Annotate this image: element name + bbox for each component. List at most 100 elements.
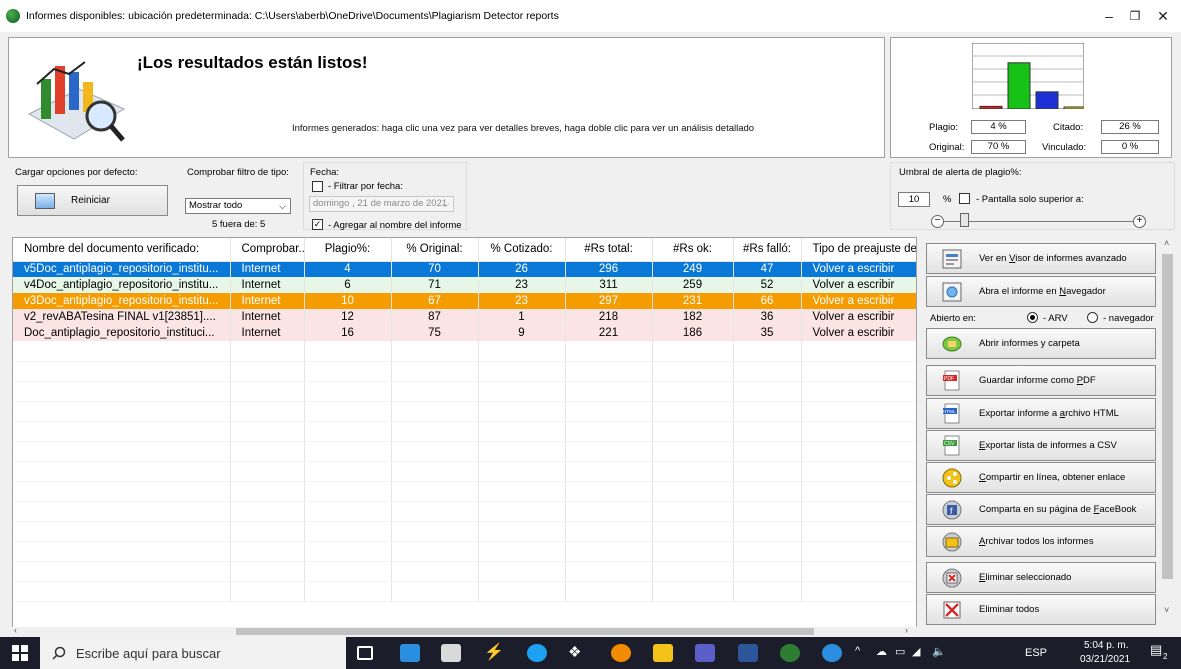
empty-row	[13, 361, 916, 382]
slider-thumb[interactable]	[960, 213, 969, 227]
column-header-plagio[interactable]: Plagio%:	[304, 238, 392, 262]
task-view-icon[interactable]	[357, 646, 373, 660]
date-value: domingo , 21 de marzo de 2021	[313, 198, 448, 209]
csv-icon: CSV	[939, 434, 965, 458]
delete-all-icon	[939, 598, 965, 622]
language-indicator[interactable]: ESP	[1025, 647, 1047, 659]
table-row[interactable]: v2_revABATesina FINAL v1[23851].... Inter…	[13, 309, 916, 325]
slider-plus-icon[interactable]: +	[1133, 215, 1146, 228]
open-in-browser-radio[interactable]	[1087, 312, 1098, 323]
table-row[interactable]: v3Doc_antiplagio_repositorio_institu... I…	[13, 293, 916, 309]
chrome-icon[interactable]	[611, 644, 631, 662]
empty-row	[13, 401, 916, 422]
open-in-label: Abierto en:	[930, 313, 976, 324]
plagiarism-detector-icon[interactable]	[780, 644, 800, 662]
reset-button[interactable]: Reiniciar	[17, 185, 168, 216]
delete-selected-button[interactable]: Eliminar seleccionado	[926, 562, 1156, 593]
type-filter-value: Mostrar todo	[189, 200, 243, 211]
column-header-total[interactable]: #Rs total:	[565, 238, 653, 262]
cell-plagio: 4	[304, 261, 392, 277]
column-header-name[interactable]: Nombre del documento verificado:	[13, 238, 231, 262]
scroll-down-icon[interactable]: ˅	[1164, 605, 1169, 615]
percent-sign: %	[943, 194, 952, 205]
cell-fail: 66	[733, 293, 802, 309]
scroll-up-icon[interactable]: ˄	[1164, 238, 1169, 248]
open-folder-label: Abrir informes y carpeta	[979, 338, 1080, 349]
archive-all-button[interactable]: Archivar todos los informes	[926, 526, 1156, 557]
word-icon[interactable]	[738, 644, 758, 662]
cell-preset: Volver a escribir	[801, 277, 916, 293]
app-lightning-icon[interactable]: ⚡	[484, 644, 504, 662]
table-row[interactable]: Doc_antiplagio_repositorio_instituci... I…	[13, 325, 916, 341]
column-header-original[interactable]: % Original:	[391, 238, 479, 262]
search-icon	[52, 646, 66, 660]
svg-text:CSV: CSV	[944, 441, 955, 447]
clock-date[interactable]: 03/21/2021	[1080, 654, 1130, 665]
threshold-input[interactable]: 10	[898, 192, 930, 207]
svg-text:HTML: HTML	[943, 409, 956, 414]
chevron-up-icon[interactable]: ^	[855, 645, 860, 657]
search-placeholder: Escribe aquí para buscar	[76, 645, 221, 661]
store-icon[interactable]	[441, 644, 461, 662]
cell-preset: Volver a escribir	[801, 261, 916, 277]
export-html-button[interactable]: HTML Exportar informe a archivo HTML	[926, 398, 1156, 429]
share-online-button[interactable]: Compartir en línea, obtener enlace	[926, 462, 1156, 493]
cell-total: 311	[565, 277, 653, 293]
scroll-right-icon[interactable]: ›	[905, 625, 908, 635]
start-button[interactable]	[0, 637, 40, 669]
onedrive-icon[interactable]: ☁	[876, 645, 887, 658]
delete-selected-icon	[939, 566, 965, 590]
vinculado-value: 0 %	[1101, 140, 1159, 154]
actions-scroll-thumb[interactable]	[1162, 254, 1173, 579]
mail-icon[interactable]	[400, 644, 420, 662]
add-to-name-checkbox[interactable]: ✓	[312, 219, 323, 230]
volume-icon[interactable]: 🔈	[932, 645, 946, 658]
empty-row	[13, 581, 916, 602]
cell-fail: 35	[733, 325, 802, 341]
scroll-left-icon[interactable]: ‹	[14, 625, 17, 635]
battery-icon[interactable]: ▭	[895, 645, 905, 658]
cell-ok: 182	[652, 309, 734, 325]
column-header-check[interactable]: Comprobar...	[230, 238, 305, 262]
reset-label: Reiniciar	[71, 195, 110, 206]
delete-all-button[interactable]: Eliminar todos	[926, 594, 1156, 625]
share-facebook-button[interactable]: f Comparta en su página de FaceBook	[926, 494, 1156, 525]
notification-count: 2	[1163, 652, 1168, 661]
empty-row	[13, 461, 916, 482]
table-row[interactable]: v5Doc_antiplagio_repositorio_institu... I…	[13, 261, 916, 277]
top-screen-checkbox[interactable]	[959, 193, 970, 204]
open-in-browser-button[interactable]: Abra el informe en Navegador	[926, 276, 1156, 307]
help-icon[interactable]	[822, 644, 842, 662]
add-to-name-label: - Agregar al nombre del informe	[328, 220, 462, 231]
type-filter-select[interactable]: Mostrar todo ⌵	[185, 198, 291, 214]
column-header-preset[interactable]: Tipo de preajuste de	[801, 238, 916, 262]
column-header-cotizado[interactable]: % Cotizado:	[478, 238, 566, 262]
notifications-icon[interactable]: ▤	[1150, 642, 1162, 658]
title-bar: Informes disponibles: ubicación predeter…	[0, 0, 1181, 32]
cell-fail: 47	[733, 261, 802, 277]
column-header-fail[interactable]: #Rs falló:	[733, 238, 802, 262]
export-csv-button[interactable]: CSV Exportar lista de informes a CSV	[926, 430, 1156, 461]
edge-icon[interactable]	[527, 644, 547, 662]
table-row[interactable]: v4Doc_antiplagio_repositorio_institu... I…	[13, 277, 916, 293]
threshold-slider-track[interactable]	[940, 221, 1138, 222]
close-button[interactable]: ✕	[1140, 0, 1181, 32]
slider-minus-icon[interactable]: −	[931, 215, 944, 228]
clock-time[interactable]: 5:04 p. m.	[1084, 640, 1128, 651]
network-icon[interactable]: ◢	[912, 645, 920, 658]
dropbox-icon[interactable]: ❖	[568, 644, 588, 662]
open-in-arv-radio[interactable]	[1027, 312, 1038, 323]
empty-row	[13, 541, 916, 562]
horizontal-scroll-thumb[interactable]	[236, 628, 814, 635]
filter-by-date-checkbox[interactable]	[312, 181, 323, 192]
open-folder-button[interactable]: Abrir informes y carpeta	[926, 328, 1156, 359]
advanced-viewer-label: Ver en Visor de informes avanzado	[979, 253, 1127, 264]
advanced-viewer-button[interactable]: Ver en Visor de informes avanzado	[926, 243, 1156, 274]
teams-icon[interactable]	[695, 644, 715, 662]
plagio-label: Plagio:	[929, 122, 959, 133]
save-pdf-button[interactable]: PDF Guardar informe como PDF	[926, 365, 1156, 396]
column-header-ok[interactable]: #Rs ok:	[652, 238, 734, 262]
taskbar-search[interactable]: Escribe aquí para buscar	[40, 637, 346, 669]
file-explorer-icon[interactable]	[653, 644, 673, 662]
date-picker[interactable]: domingo , 21 de marzo de 2021 ⌵	[309, 196, 454, 212]
